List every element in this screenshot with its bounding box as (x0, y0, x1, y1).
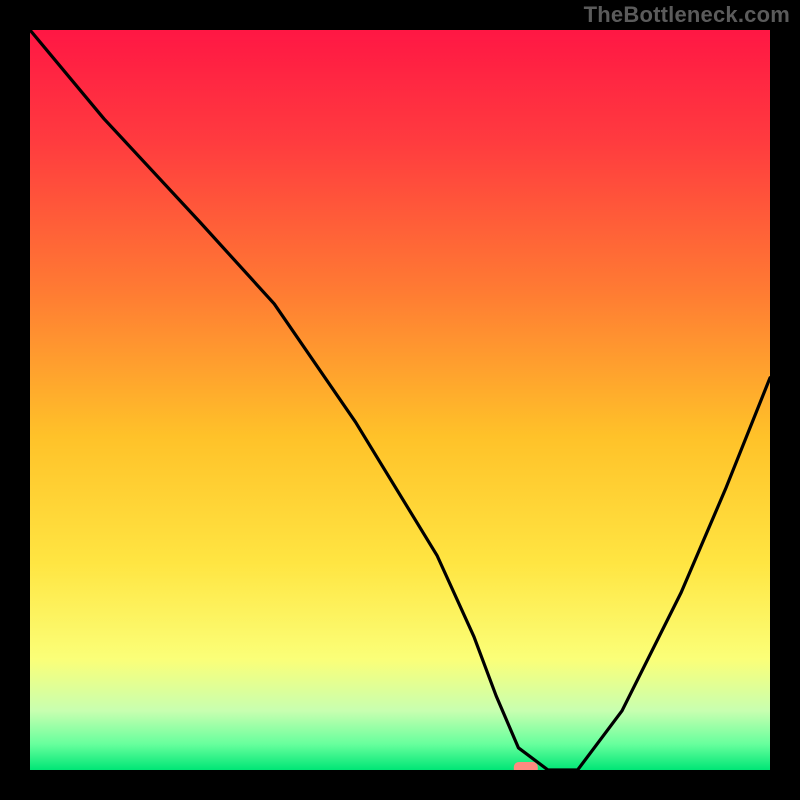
chart-svg (30, 30, 770, 770)
watermark-label: TheBottleneck.com (584, 2, 790, 28)
chart-frame: TheBottleneck.com (0, 0, 800, 800)
optimum-marker (514, 762, 538, 770)
plot-area (30, 30, 770, 770)
gradient-background (30, 30, 770, 770)
